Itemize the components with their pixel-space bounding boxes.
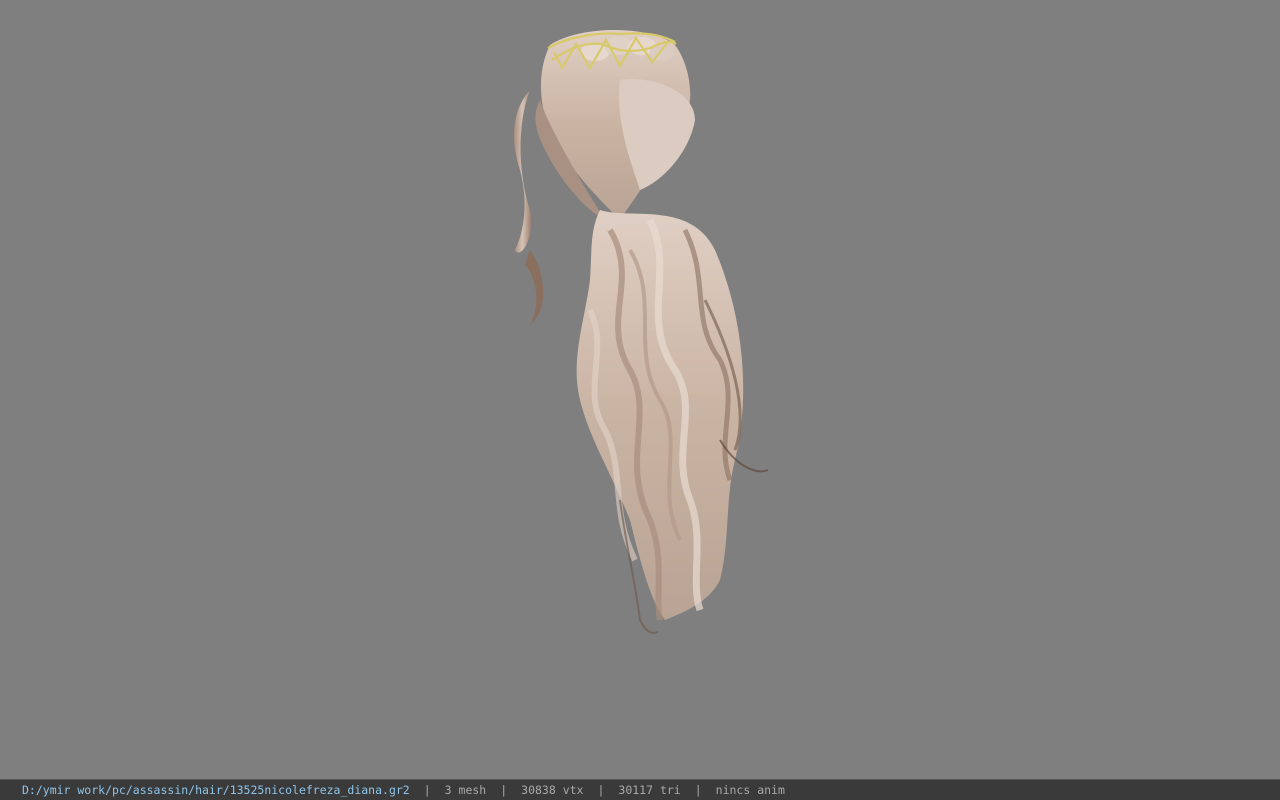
- hair-left-curl: [525, 250, 544, 325]
- hair-left-lock: [514, 90, 532, 253]
- status-separator: |: [597, 783, 605, 797]
- anim-status: nincs anim: [715, 783, 785, 797]
- status-separator: |: [500, 783, 508, 797]
- status-separator: |: [694, 783, 702, 797]
- file-path: D:/ymir work/pc/assassin/hair/13525nicol…: [22, 783, 410, 797]
- status-separator: |: [423, 783, 431, 797]
- status-bar: D:/ymir work/pc/assassin/hair/13525nicol…: [0, 779, 1280, 800]
- 3d-viewport[interactable]: [0, 0, 1280, 779]
- vertex-count: 30838 vtx: [521, 783, 584, 797]
- triangle-count: 30117 tri: [618, 783, 681, 797]
- mesh-count: 3 mesh: [444, 783, 487, 797]
- hair-model-render[interactable]: [490, 20, 790, 640]
